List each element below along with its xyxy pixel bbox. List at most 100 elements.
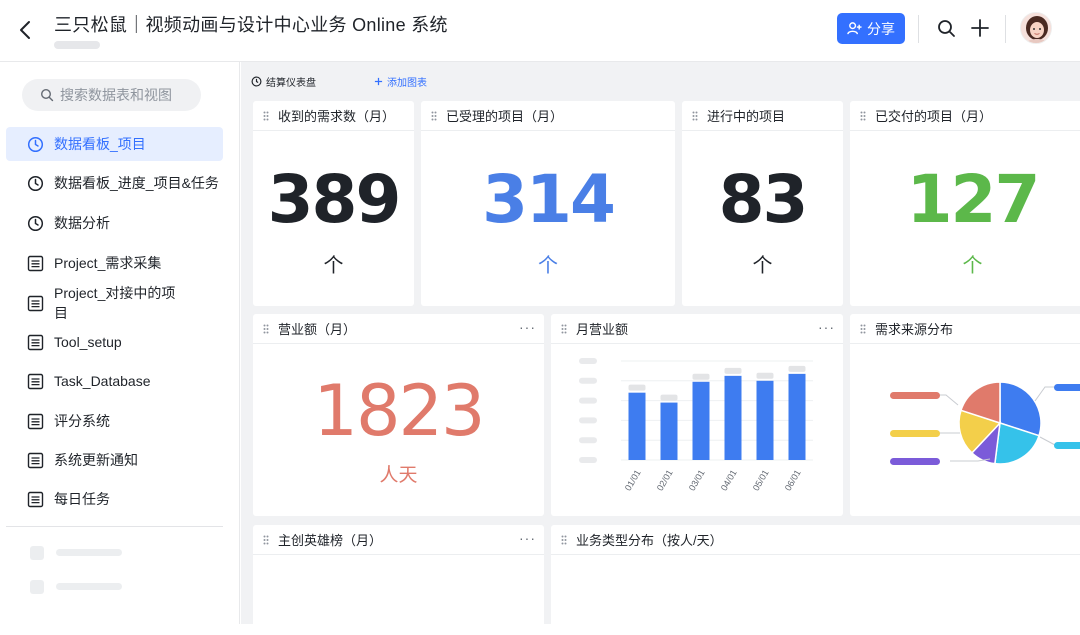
toolbar-divider	[918, 15, 919, 43]
more-icon[interactable]: ···	[519, 319, 536, 335]
sidebar-item-task-database[interactable]: Task_Database	[6, 364, 223, 398]
sidebar-item-tool-setup[interactable]: Tool_setup	[6, 325, 223, 359]
metric-card[interactable]: 已交付的项目（月） 127 个	[850, 101, 1080, 306]
dashboard-icon	[27, 175, 44, 191]
pie-label-placeholder	[890, 392, 940, 399]
card-header: 收到的需求数（月）	[253, 101, 414, 131]
drag-handle-icon[interactable]	[860, 111, 866, 121]
dashboard-icon	[27, 136, 44, 152]
pie-chart	[890, 381, 1080, 465]
sidebar-item-analysis[interactable]: 数据分析	[6, 206, 223, 240]
card-title: 已交付的项目（月）	[875, 109, 993, 124]
bar[interactable]	[628, 392, 646, 460]
plus-icon[interactable]	[969, 17, 991, 39]
sidebar-item-dashboard-progress[interactable]: 数据看板_进度_项目&任务	[6, 166, 223, 200]
bar-label-placeholder	[628, 384, 646, 391]
bar[interactable]	[660, 402, 678, 460]
dashboard-area: 结算仪表盘 添加图表 收到的需求数（月） 389 个 已受理的项目（月） 314…	[241, 62, 1080, 635]
placeholder-icon	[30, 546, 44, 560]
bar[interactable]	[724, 375, 742, 460]
sidebar-item-project-in-progress[interactable]: Project_对接中的项目	[6, 281, 223, 325]
metric-card[interactable]: 已受理的项目（月） 314 个	[421, 101, 675, 306]
card-header: 需求来源分布	[850, 314, 1080, 344]
drag-handle-icon[interactable]	[263, 324, 269, 334]
drag-handle-icon[interactable]	[692, 111, 698, 121]
pie-label-placeholder	[1054, 384, 1080, 391]
bar-chart: 01/01 02/01 03/01 04/01 05/01 06/01	[579, 358, 813, 493]
metric-value: 83	[718, 161, 809, 238]
dashboard-switch[interactable]: 结算仪表盘	[251, 74, 316, 89]
metric-unit: 个	[538, 255, 558, 277]
drag-handle-icon[interactable]	[561, 535, 567, 545]
sidebar-item-label: 数据看板_项目	[54, 136, 146, 152]
sidebar-search-input[interactable]: 搜索数据表和视图	[22, 79, 201, 111]
x-tick-label: 06/01	[783, 468, 803, 493]
sidebar-item-label: Task_Database	[54, 373, 151, 389]
ranking-card[interactable]: 主创英雄榜（月） ···	[253, 525, 544, 635]
add-user-icon	[847, 22, 862, 35]
metric-unit: 个	[323, 255, 344, 277]
bar[interactable]	[788, 373, 806, 460]
share-label: 分享	[867, 20, 895, 37]
y-tick-placeholder	[579, 397, 597, 404]
demand-source-card[interactable]: 需求来源分布	[850, 314, 1080, 516]
add-chart-label: 添加图表	[387, 78, 427, 89]
table-icon	[27, 491, 44, 507]
card-header: 业务类型分布（按人/天）	[551, 525, 1080, 555]
search-icon[interactable]	[935, 17, 957, 39]
monthly-revenue-chart-card[interactable]: 月营业额 ··· 01/01 02/01 03/01 04/01 05/01 06/01	[551, 314, 843, 516]
dashboard-icon	[27, 215, 44, 231]
pie-label-placeholder	[1054, 442, 1080, 449]
sidebar-item-label: 数据看板_进度_项目&任务	[54, 175, 219, 191]
sidebar-item-demand-collection[interactable]: Project_需求采集	[6, 246, 223, 280]
pie-label-connector	[938, 394, 959, 406]
metric-value: 389	[267, 161, 402, 238]
y-tick-placeholder	[579, 358, 597, 364]
placeholder-icon	[30, 580, 44, 594]
placeholder-bar	[56, 583, 122, 590]
top-bar: 三只松鼠｜视频动画与设计中心业务 Online 系统 分享	[0, 0, 1080, 62]
drag-handle-icon[interactable]	[860, 324, 866, 334]
subtitle-placeholder	[54, 41, 100, 49]
page-title: 三只松鼠｜视频动画与设计中心业务 Online 系统	[54, 15, 448, 35]
table-icon	[27, 334, 44, 350]
pie-label-connector	[1034, 386, 1055, 402]
card-header: 已交付的项目（月）	[850, 101, 1080, 131]
sidebar-item-label: Tool_setup	[54, 334, 122, 350]
sidebar-item-daily-task[interactable]: 每日任务	[6, 482, 223, 516]
card-header: 进行中的项目	[682, 101, 843, 131]
search-placeholder: 搜索数据表和视图	[60, 87, 172, 103]
sidebar-item-rating[interactable]: 评分系统	[6, 404, 223, 438]
more-icon[interactable]: ···	[818, 319, 835, 335]
sidebar-item-label: 每日任务	[54, 491, 110, 507]
sidebar-item-label: 数据分析	[54, 215, 110, 231]
card-header: 月营业额	[551, 314, 843, 344]
revenue-value: 1823	[313, 370, 485, 452]
drag-handle-icon[interactable]	[263, 535, 269, 545]
add-chart-button[interactable]: 添加图表	[374, 74, 427, 89]
metric-card[interactable]: 收到的需求数（月） 389 个	[253, 101, 414, 306]
metric-card[interactable]: 进行中的项目 83 个	[682, 101, 843, 306]
revenue-card[interactable]: 营业额（月） ··· 1823 人天	[253, 314, 544, 516]
sidebar: 搜索数据表和视图 数据看板_项目 数据看板_进度_项目&任务 数据分析 Proj…	[0, 62, 240, 624]
sidebar-item-update-notice[interactable]: 系统更新通知	[6, 443, 223, 477]
drag-handle-icon[interactable]	[431, 111, 437, 121]
back-icon[interactable]	[16, 18, 36, 42]
share-button[interactable]: 分享	[837, 13, 905, 44]
drag-handle-icon[interactable]	[263, 111, 269, 121]
metric-value: 314	[482, 161, 616, 238]
metric-value: 127	[906, 161, 1041, 238]
user-avatar[interactable]	[1020, 12, 1052, 44]
sidebar-item-label: 系统更新通知	[54, 452, 138, 468]
toolbar-divider	[1005, 15, 1006, 43]
table-icon	[27, 295, 44, 311]
pie-label-placeholder	[890, 430, 940, 437]
bar[interactable]	[756, 380, 774, 460]
sidebar-item-dashboard-project[interactable]: 数据看板_项目	[6, 127, 223, 161]
bar[interactable]	[692, 381, 710, 460]
pie-label-connector	[1039, 436, 1056, 446]
business-type-card[interactable]: 业务类型分布（按人/天）	[551, 525, 1080, 635]
drag-handle-icon[interactable]	[561, 324, 567, 334]
more-icon[interactable]: ···	[519, 530, 536, 546]
sidebar-item-label: Project_需求采集	[54, 255, 162, 271]
